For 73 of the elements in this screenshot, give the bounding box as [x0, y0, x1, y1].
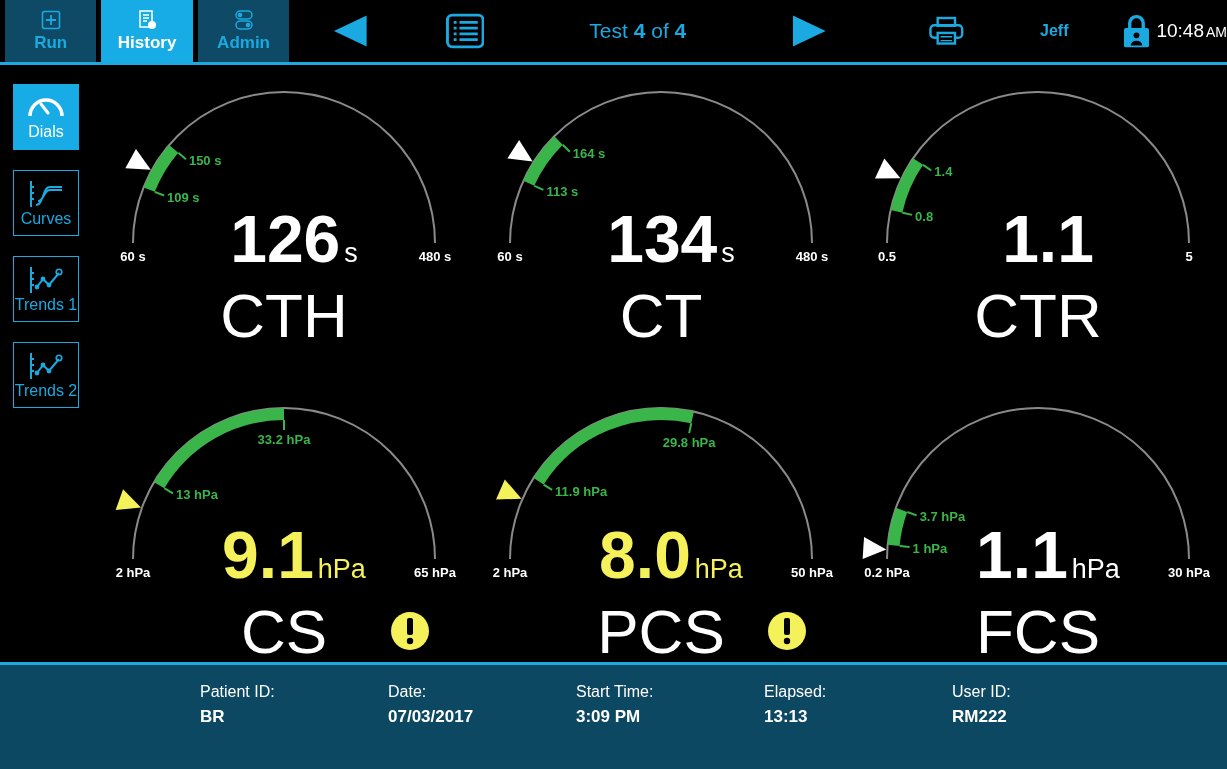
parameter-name: CTH — [220, 281, 348, 350]
view-button[interactable]: Trends 2 — [13, 342, 79, 408]
info-value: BR — [200, 707, 226, 727]
scale-min-label: 2 hPa — [115, 565, 151, 580]
nav-tab[interactable]: History — [101, 0, 193, 62]
range-high-label: 1.4 — [934, 164, 953, 180]
warning-icon — [391, 612, 429, 650]
scale-min-label: 0.5 — [877, 249, 897, 264]
test-counter: Test 4 of 4 — [589, 19, 688, 43]
scale-max-label: 30 hPa — [1168, 565, 1210, 580]
trend-chart-icon — [28, 350, 64, 379]
toggle-switches-icon — [233, 9, 254, 30]
previous-arrow-icon[interactable] — [332, 15, 369, 47]
parameter-name: FCS — [976, 597, 1100, 666]
clock-time: 10:48 — [1156, 20, 1204, 41]
gauge-reading: 1.1 — [1002, 202, 1094, 276]
range-high-label: 164 s — [572, 145, 606, 161]
info-label: Elapsed: — [764, 683, 828, 701]
range-low-label: 109 s — [167, 189, 200, 205]
gauge-reading: 134s — [607, 202, 735, 276]
normal-range-band — [890, 158, 924, 213]
printer-icon[interactable] — [929, 16, 965, 46]
gauge-reading: 9.1 hPa — [222, 518, 366, 592]
view-button[interactable]: Curves — [13, 170, 79, 236]
normal-range-band — [887, 508, 908, 547]
nav-tab[interactable]: Run — [5, 0, 97, 62]
view-button[interactable]: Dials — [13, 84, 79, 150]
info-label: Patient ID: — [200, 683, 276, 701]
scale-min-label: 0.2 hPa — [864, 565, 910, 580]
clock-meridiem: AM — [1206, 24, 1227, 40]
info-label: User ID: — [952, 683, 1012, 701]
user-name: Jeff — [1040, 22, 1069, 40]
normal-range-band — [143, 145, 179, 193]
next-arrow-icon[interactable] — [790, 15, 828, 47]
normal-range-band — [523, 136, 563, 187]
scale-max-label: 50 hPa — [791, 565, 833, 580]
curves-chart-icon — [28, 178, 64, 207]
gauge-reading: 126 s — [230, 202, 358, 276]
scale-max-label: 65 hPa — [414, 565, 456, 580]
scale-max-label: 5 — [1185, 249, 1193, 264]
view-button[interactable]: Trends 1 — [13, 256, 79, 322]
scale-max-label: 480 s — [418, 249, 452, 264]
parameter-name: PCS — [597, 597, 725, 666]
info-value: RM222 — [952, 707, 1008, 727]
range-low-label: 11.9 hPa — [555, 483, 608, 499]
range-high-label: 3.7 hPa — [919, 509, 966, 525]
info-value: 13:13 — [764, 707, 809, 727]
trend-chart-icon — [28, 264, 64, 293]
lock-icon[interactable] — [1122, 14, 1150, 48]
warning-icon — [768, 612, 806, 650]
parameter-name: CT — [619, 281, 703, 350]
nav-tab[interactable]: Admin — [197, 0, 290, 62]
scale-min-label: 60 s — [120, 249, 146, 264]
info-value: 07/03/2017 — [388, 707, 475, 727]
scale-max-label: 480 s — [795, 249, 829, 264]
range-high-label: 29.8 hPa — [662, 435, 716, 451]
range-low-label: 113 s — [546, 183, 579, 199]
plus-box-icon — [40, 9, 61, 30]
range-low-label: 1 hPa — [912, 540, 948, 556]
parameter-name: CTR — [974, 281, 1102, 350]
parameter-name: CS — [240, 597, 328, 666]
range-high-label: 33.2 hPa — [257, 432, 311, 447]
gauge-reading: 1.1 hPa — [976, 518, 1120, 592]
info-label: Start Time: — [576, 683, 655, 701]
range-low-label: 0.8 — [915, 208, 934, 224]
info-label: Date: — [388, 683, 428, 701]
scale-min-label: 60 s — [497, 249, 523, 264]
range-high-label: 150 s — [188, 153, 222, 169]
gauge-reading: 8.0 hPa — [599, 518, 743, 592]
list-icon[interactable] — [445, 13, 485, 49]
scale-min-label: 2 hPa — [492, 565, 528, 580]
info-value: 3:09 PM — [576, 707, 642, 727]
range-low-label: 13 hPa — [175, 487, 218, 503]
